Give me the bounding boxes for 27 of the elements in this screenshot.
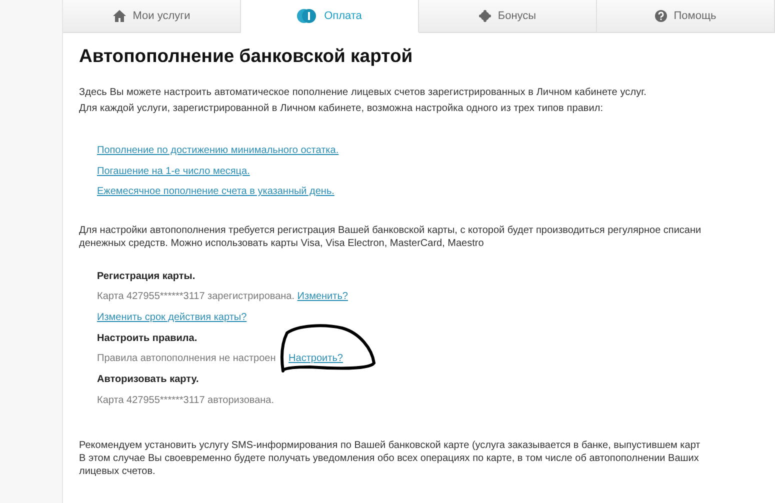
status-link[interactable]: Изменить? [297,291,348,302]
recommendation-text: лицевых счетов. [79,465,156,478]
rule-link[interactable]: Ежемесячное пополнение счета в указанный день. [97,182,334,202]
status-text: Правила автопополнения не настроен [97,353,276,364]
recommendation-text: Рекомендуем установить услугу SMS-информирования по Вашей банковской карте (услуга заказывается в банке, выпустившем карт [79,439,702,452]
step-title: Регистрация карты. [97,270,196,284]
rule-link[interactable]: Погашение на 1-е число месяца. [97,162,250,182]
status-text: Карта 427955******3117 авторизована. [97,394,274,406]
step-title: Авторизовать карту. [97,372,199,387]
intro-text: Здесь Вы можете настроить автоматическое пополнение лицевых счетов зарегистрированных в Личном кабинете услуг. [79,86,648,100]
requirement-text: Для настройки автопополнения требуется регистрация Вашей банковской карты, с которой будет производиться регулярное списани [79,224,702,236]
tab[interactable]: Бонусы [419,0,597,33]
tab[interactable]: Помощь [597,0,775,33]
step-title: Настроить правила. [97,332,198,346]
page-heading: Автопополнение банковской картой [79,45,414,67]
status-link[interactable]: Настроить? [288,353,343,364]
requirement-text: денежных средств. Можно использовать карты Visa, Visa Electron, MasterCard, Maestro [79,236,485,250]
recommendation-text: В этом случае Вы своевременно будете получать уведомления обо всех операциях по карте, в том числе об автопополнении Ваших [79,452,700,466]
tab[interactable]: Мои услуги [63,0,241,33]
rule-link[interactable]: Пополнение по достижению минимального остатка. [97,141,339,162]
house-icon [112,10,126,22]
intro-text: Для каждой услуги, зарегистрированной в Личном кабинете, возможна настройка одного из трех типов правил: [79,102,604,116]
step-link[interactable]: Изменить срок действия карты? [97,312,247,323]
flower-icon [478,10,491,22]
help-icon [654,10,667,22]
coin-icon [297,8,318,24]
status-text: Карта 427955******3117 зарегистрирована. [97,291,295,302]
